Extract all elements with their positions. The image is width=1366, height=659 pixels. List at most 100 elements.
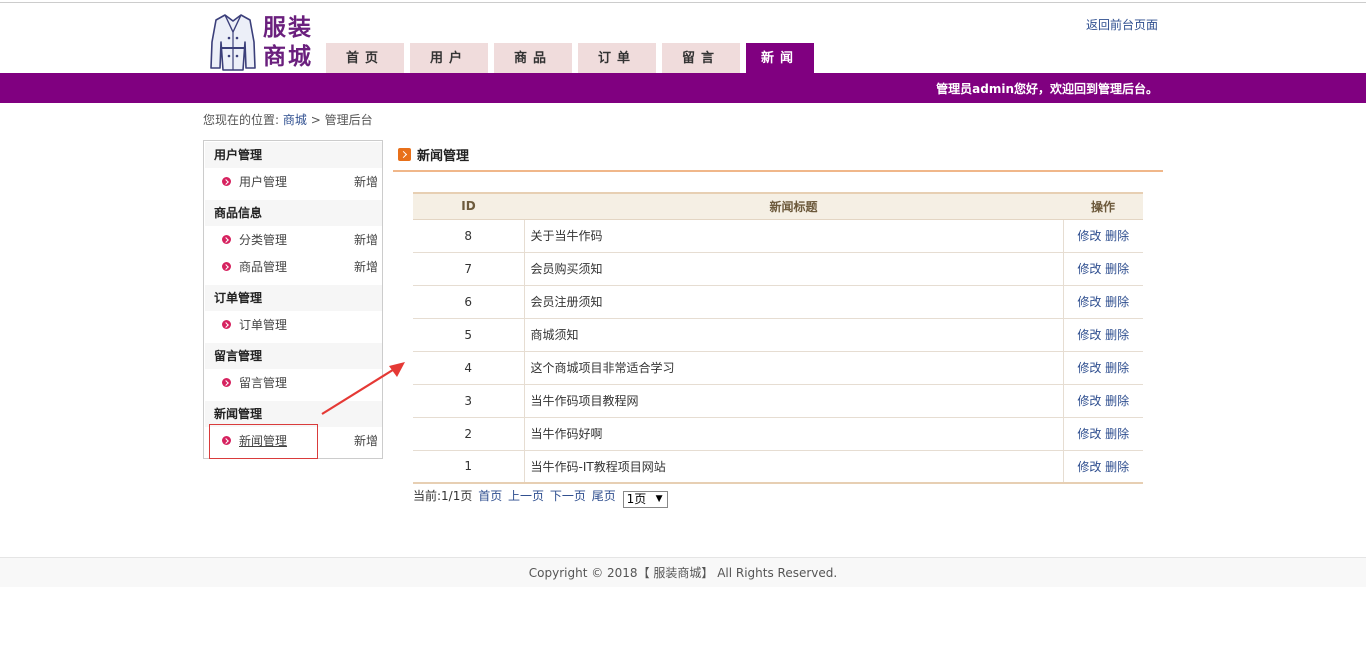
delete-link[interactable]: 删除 — [1105, 427, 1129, 441]
sidebar-add-link[interactable]: 新增 — [354, 428, 378, 454]
column-header-id: ID — [413, 192, 524, 220]
table-row: 2 当牛作码好啊 修改 删除 — [413, 417, 1143, 451]
table-row: 7 会员购买须知 修改 删除 — [413, 252, 1143, 286]
delete-link[interactable]: 删除 — [1105, 460, 1129, 474]
nav-tab-home[interactable]: 首页 — [326, 43, 404, 73]
sidebar-add-link[interactable]: 新增 — [354, 227, 378, 253]
edit-link[interactable]: 修改 — [1077, 460, 1101, 474]
row-id: 3 — [413, 384, 524, 418]
row-title: 这个商城项目非常适合学习 — [523, 351, 1063, 385]
return-frontend-link[interactable]: 返回前台页面 — [1086, 16, 1158, 33]
row-title: 当牛作码好啊 — [523, 417, 1063, 451]
nav-tab-users[interactable]: 用户 — [410, 43, 488, 73]
row-actions: 修改 删除 — [1062, 318, 1143, 352]
delete-link[interactable]: 删除 — [1105, 262, 1129, 276]
row-actions: 修改 删除 — [1062, 252, 1143, 286]
delete-link[interactable]: 删除 — [1105, 394, 1129, 408]
sidebar-add-link[interactable]: 新增 — [354, 254, 378, 280]
edit-link[interactable]: 修改 — [1077, 427, 1101, 441]
arrow-bullet-icon — [222, 320, 231, 329]
nav-tab-products[interactable]: 商品 — [494, 43, 572, 73]
row-actions: 修改 删除 — [1062, 384, 1143, 418]
row-actions: 修改 删除 — [1062, 219, 1143, 253]
section-title-text: 新闻管理 — [417, 149, 470, 164]
row-id: 6 — [413, 285, 524, 319]
delete-link[interactable]: 删除 — [1105, 295, 1129, 309]
row-id: 7 — [413, 252, 524, 286]
section-arrow-icon — [398, 148, 411, 161]
delete-link[interactable]: 删除 — [1105, 328, 1129, 342]
sidebar-item-label[interactable]: 用户管理 — [239, 169, 287, 195]
row-title: 当牛作码项目教程网 — [523, 384, 1063, 418]
row-title: 当牛作码-IT教程项目网站 — [523, 450, 1063, 484]
page-select[interactable]: 1页 ▼ — [622, 491, 668, 508]
breadcrumb: 您现在的位置: 商城 > 管理后台 — [203, 111, 373, 128]
site-logo[interactable]: 服装 商城 — [208, 12, 320, 72]
nav-tab-orders[interactable]: 订单 — [578, 43, 656, 73]
row-id: 2 — [413, 417, 524, 451]
pagination-prev-link[interactable]: 上一页 — [508, 489, 544, 503]
row-id: 1 — [413, 450, 524, 484]
sidebar-item-product-management[interactable]: 商品管理 新增 — [205, 254, 382, 280]
delete-link[interactable]: 删除 — [1105, 229, 1129, 243]
annotation-arrow-icon — [321, 362, 405, 415]
sidebar-item-category-management[interactable]: 分类管理 新增 — [205, 227, 382, 253]
table-row: 5 商城须知 修改 删除 — [413, 318, 1143, 352]
nav-tab-news[interactable]: 新闻 — [746, 43, 814, 73]
edit-link[interactable]: 修改 — [1077, 262, 1101, 276]
sidebar-item-label[interactable]: 商品管理 — [239, 254, 287, 280]
coat-logo-icon — [210, 14, 256, 71]
footer: Copyright © 2018【 服装商城】 All Rights Reser… — [0, 557, 1366, 587]
header-bar: 管理员admin您好，欢迎回到管理后台。 — [0, 73, 1366, 103]
pagination-first-link[interactable]: 首页 — [478, 489, 502, 503]
row-id: 4 — [413, 351, 524, 385]
sidebar-item-user-management[interactable]: 用户管理 新增 — [205, 169, 382, 195]
annotation-highlight-box — [209, 424, 318, 459]
sidebar-item-label[interactable]: 分类管理 — [239, 227, 287, 253]
pagination: 当前:1/1页 首页 上一页 下一页 尾页 1页 ▼ — [413, 487, 668, 508]
section-title: 新闻管理 — [398, 145, 469, 164]
arrow-bullet-icon — [222, 235, 231, 244]
row-actions: 修改 删除 — [1062, 285, 1143, 319]
pagination-status: 当前:1/1页 — [413, 489, 473, 503]
sidebar-add-link[interactable]: 新增 — [354, 169, 378, 195]
edit-link[interactable]: 修改 — [1077, 394, 1101, 408]
breadcrumb-separator: > — [310, 113, 321, 127]
delete-link[interactable]: 删除 — [1105, 361, 1129, 375]
column-header-title: 新闻标题 — [524, 192, 1063, 220]
table-row: 1 当牛作码-IT教程项目网站 修改 删除 — [413, 450, 1143, 484]
logo-text: 服装 商城 — [263, 13, 313, 71]
breadcrumb-prefix: 您现在的位置: — [203, 113, 280, 127]
sidebar-group-users: 用户管理 — [205, 142, 382, 168]
section-divider — [393, 170, 1163, 172]
pagination-next-link[interactable]: 下一页 — [550, 489, 586, 503]
row-title: 商城须知 — [523, 318, 1063, 352]
arrow-bullet-icon — [222, 378, 231, 387]
row-id: 5 — [413, 318, 524, 352]
top-border — [0, 0, 1366, 3]
sidebar-group-orders: 订单管理 — [205, 285, 382, 311]
breadcrumb-current: 管理后台 — [324, 113, 373, 127]
row-title: 关于当牛作码 — [523, 219, 1063, 253]
page-select-value: 1页 — [626, 492, 647, 506]
edit-link[interactable]: 修改 — [1077, 361, 1101, 375]
sidebar-item-label[interactable]: 留言管理 — [239, 370, 287, 396]
row-title: 会员注册须知 — [523, 285, 1063, 319]
welcome-message: 管理员admin您好，欢迎回到管理后台。 — [936, 82, 1158, 96]
edit-link[interactable]: 修改 — [1077, 328, 1101, 342]
logo-text-line1: 服装 — [263, 14, 313, 41]
table-header-row: ID 新闻标题 操作 — [413, 192, 1143, 220]
table-row: 6 会员注册须知 修改 删除 — [413, 285, 1143, 319]
nav-tab-messages[interactable]: 留言 — [662, 43, 740, 73]
sidebar-item-label[interactable]: 订单管理 — [239, 312, 287, 338]
news-table: ID 新闻标题 操作 8 关于当牛作码 修改 删除 7 会员购买须知 修改 删除… — [413, 192, 1143, 484]
arrow-bullet-icon — [222, 177, 231, 186]
table-row: 4 这个商城项目非常适合学习 修改 删除 — [413, 351, 1143, 385]
edit-link[interactable]: 修改 — [1077, 229, 1101, 243]
arrow-bullet-icon — [222, 262, 231, 271]
sidebar-item-order-management[interactable]: 订单管理 — [205, 312, 382, 338]
row-title: 会员购买须知 — [523, 252, 1063, 286]
pagination-last-link[interactable]: 尾页 — [592, 489, 616, 503]
breadcrumb-link-mall[interactable]: 商城 — [283, 113, 307, 127]
edit-link[interactable]: 修改 — [1077, 295, 1101, 309]
